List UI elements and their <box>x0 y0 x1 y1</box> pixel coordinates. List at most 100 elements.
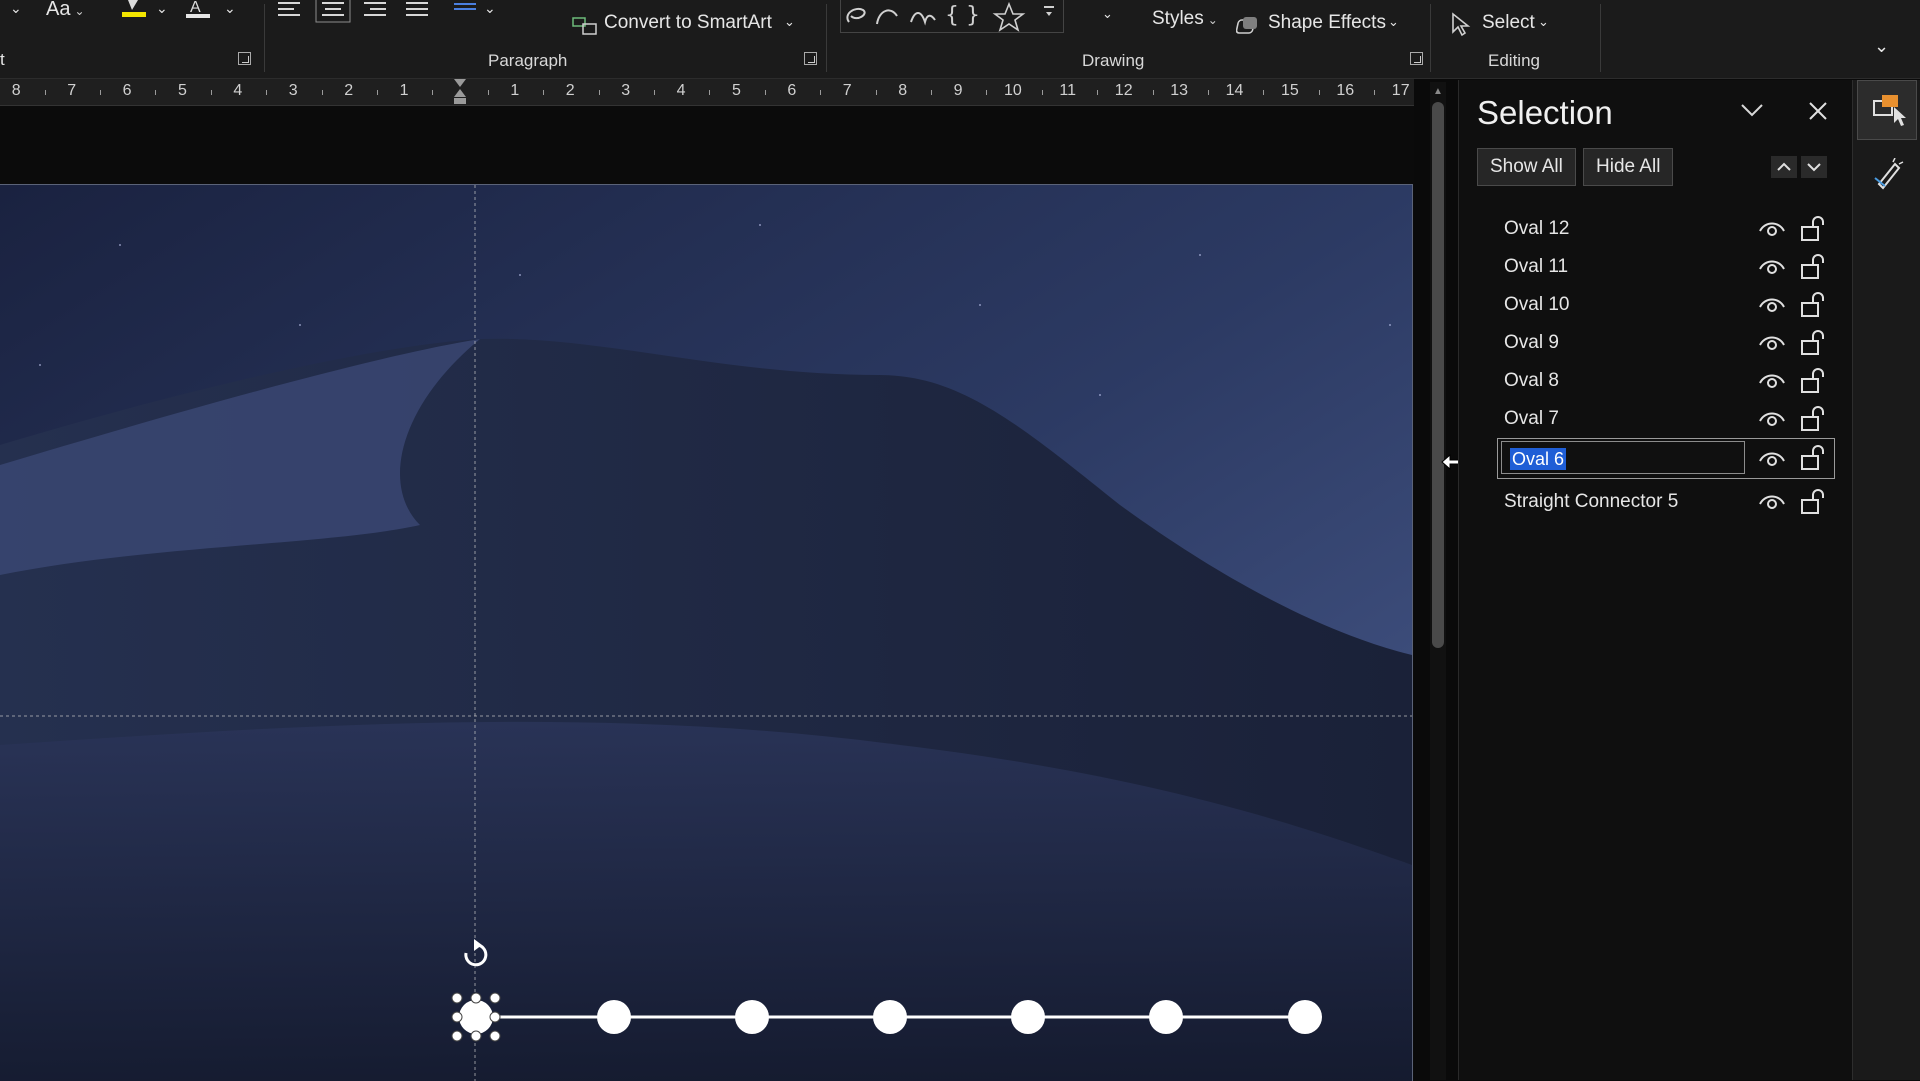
font-dialog-launcher[interactable] <box>238 52 251 65</box>
ruler-tick <box>709 90 711 95</box>
lock-icon[interactable] <box>1799 253 1827 281</box>
lock-icon[interactable] <box>1799 215 1827 243</box>
lock-icon[interactable] <box>1799 329 1827 357</box>
chevron-down-icon[interactable]: ⌄ <box>1102 6 1113 22</box>
chevron-down-icon: ⌄ <box>1207 13 1218 27</box>
list-item-selected[interactable]: Oval 6 <box>1459 438 1853 479</box>
chevron-down-icon: ⌄ <box>1538 14 1549 29</box>
chevron-down-icon: ⌄ <box>1388 14 1399 29</box>
ruler-tick-label: 4 <box>233 82 243 99</box>
ruler-tick <box>986 90 988 95</box>
ruler-tick-label: 8 <box>898 82 908 99</box>
chevron-down-icon[interactable]: ⌄ <box>10 0 22 17</box>
oval-9[interactable] <box>873 1000 907 1034</box>
oval-11[interactable] <box>1149 1000 1183 1034</box>
group-separator <box>264 4 265 72</box>
list-item[interactable]: Oval 8 <box>1459 362 1853 400</box>
bring-forward-button[interactable] <box>1771 156 1797 178</box>
close-icon[interactable] <box>1807 100 1829 122</box>
ruler-tick-label: 5 <box>178 82 187 99</box>
ruler-tick-label: 17 <box>1391 82 1410 99</box>
eye-icon[interactable] <box>1757 490 1787 514</box>
paragraph-dialog-launcher[interactable] <box>804 52 817 65</box>
quick-styles-button[interactable]: Styles ⌄ <box>1152 8 1218 30</box>
eye-icon[interactable] <box>1757 369 1787 393</box>
ruler-tick <box>1207 90 1209 95</box>
show-all-button[interactable]: Show All <box>1477 148 1576 186</box>
pane-options-chevron-icon[interactable] <box>1739 100 1765 120</box>
eye-icon[interactable] <box>1757 331 1787 355</box>
chevron-down-icon[interactable]: ⌄ <box>224 0 236 17</box>
scroll-up-icon[interactable]: ▲ <box>1433 86 1443 97</box>
ruler-tick <box>1263 90 1265 95</box>
vertical-scrollbar[interactable]: ▲ <box>1430 82 1446 1080</box>
styles-label: Styles <box>1152 8 1204 29</box>
list-item[interactable]: Straight Connector 5 <box>1459 483 1853 521</box>
list-item[interactable]: Oval 10 <box>1459 286 1853 324</box>
highlighter-button[interactable] <box>120 0 150 20</box>
chevron-down-icon <box>1807 163 1821 172</box>
ruler-tick-label: 5 <box>732 82 741 99</box>
ruler-tick <box>210 90 212 95</box>
ruler-tick <box>1097 90 1099 95</box>
change-case-label: Aa <box>46 0 71 20</box>
eye-icon[interactable] <box>1757 407 1787 431</box>
alignment-icons <box>278 0 476 23</box>
ruler-tick <box>432 90 434 95</box>
eye-icon[interactable] <box>1757 447 1787 471</box>
shapes-gallery[interactable]: { } <box>840 0 1064 33</box>
ruler-tick <box>266 90 268 95</box>
font-color-button[interactable]: A <box>184 0 214 20</box>
selection-pane-icon <box>1873 95 1906 126</box>
scrollbar-thumb[interactable] <box>1432 102 1444 648</box>
ribbon-collapse-chevron-icon[interactable]: ⌄ <box>1874 36 1889 57</box>
chevron-down-icon[interactable]: ⌄ <box>156 0 168 17</box>
drawing-dialog-launcher[interactable] <box>1410 52 1423 65</box>
list-item[interactable]: Oval 7 <box>1459 400 1853 438</box>
ruler-tick-label: 10 <box>1004 82 1022 99</box>
list-item[interactable]: Oval 11 <box>1459 248 1853 286</box>
send-backward-button[interactable] <box>1801 156 1827 178</box>
oval-6[interactable] <box>459 1000 493 1034</box>
list-item[interactable]: Oval 9 <box>1459 324 1853 362</box>
hide-all-button[interactable]: Hide All <box>1583 148 1674 186</box>
oval-12[interactable] <box>1288 1000 1322 1034</box>
oval-8[interactable] <box>735 1000 769 1034</box>
svg-text:A: A <box>190 0 201 16</box>
rotate-handle-icon[interactable] <box>464 939 488 967</box>
ruler-tick-label: 2 <box>344 82 354 99</box>
lock-icon[interactable] <box>1799 488 1827 516</box>
lock-icon[interactable] <box>1799 405 1827 433</box>
oval-10[interactable] <box>1011 1000 1045 1034</box>
list-item[interactable]: Oval 12 <box>1459 210 1853 248</box>
item-label: Oval 7 <box>1504 408 1559 429</box>
eye-icon[interactable] <box>1757 293 1787 317</box>
change-case-button[interactable]: Aa ⌄ <box>46 0 85 21</box>
eye-icon[interactable] <box>1757 255 1787 279</box>
ruler-tick-label: 15 <box>1281 82 1299 99</box>
ruler-tick-label: 14 <box>1225 82 1244 99</box>
lock-icon[interactable] <box>1799 367 1827 395</box>
lock-icon[interactable] <box>1799 444 1827 472</box>
timeline-shapes[interactable] <box>0 185 1412 1081</box>
document-canvas[interactable] <box>0 106 1414 1081</box>
oval-7[interactable] <box>597 1000 631 1034</box>
font-color-icon: A <box>186 0 210 18</box>
horizontal-ruler[interactable]: 8 7 6 5 4 3 2 1 1 2 3 4 5 6 7 8 9 10 11 12 13 14 15 16 17 <box>0 79 1414 106</box>
chevron-down-icon[interactable]: ⌄ <box>484 0 496 17</box>
ruler-tick-label: 3 <box>288 82 298 99</box>
ruler-tick-label: 6 <box>122 82 132 99</box>
slide[interactable] <box>0 184 1413 1081</box>
eye-icon[interactable] <box>1757 217 1787 241</box>
ruler-tick-label: 7 <box>67 82 77 99</box>
indent-marker-icon[interactable] <box>452 79 468 105</box>
selection-pane-toggle[interactable] <box>1857 80 1917 140</box>
ruler-tick <box>155 90 157 95</box>
ruler-tick <box>99 90 101 95</box>
ruler-tick <box>764 90 766 95</box>
designer-icon[interactable] <box>1871 158 1905 192</box>
font-group-label-fragment: t <box>0 50 5 69</box>
alignment-buttons <box>276 0 496 24</box>
rename-input[interactable] <box>1501 441 1745 474</box>
lock-icon[interactable] <box>1799 291 1827 319</box>
